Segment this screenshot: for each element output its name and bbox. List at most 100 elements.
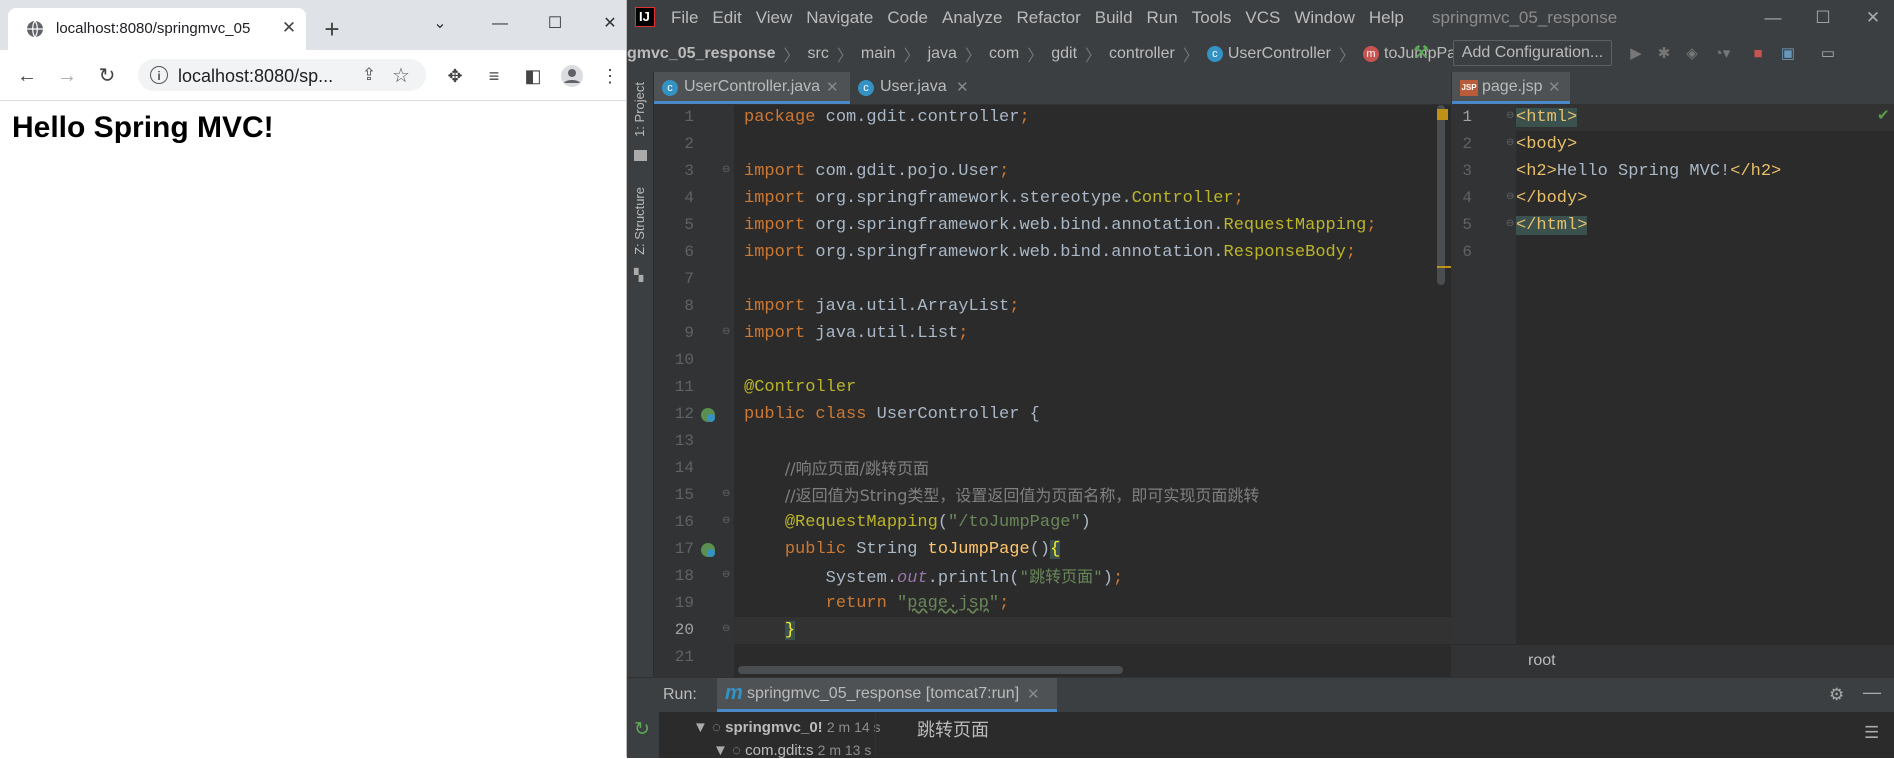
breadcrumb-main[interactable]: main (861, 45, 896, 63)
breadcrumb-class[interactable]: UserController (1228, 45, 1331, 63)
fold-icon[interactable]: ⊖ (722, 569, 730, 580)
maximize-icon[interactable]: ☐ (535, 10, 575, 38)
expand-arrow-icon[interactable]: ▼ (713, 742, 728, 759)
menu-help[interactable]: Help (1369, 8, 1404, 28)
project-tool-button[interactable]: 1: Project (632, 82, 647, 137)
open-panel-icon[interactable]: ▭ (1817, 44, 1839, 64)
line-number: 4 (1462, 189, 1472, 207)
close-tab-icon[interactable]: ✕ (1027, 685, 1040, 703)
menu-code[interactable]: Code (887, 8, 928, 28)
debug-icon[interactable]: ✱ (1653, 44, 1675, 64)
run-icon[interactable]: ▶ (1625, 44, 1647, 64)
bookmark-star-icon[interactable]: ☆ (390, 63, 412, 87)
intellij-logo-icon: IJ (635, 7, 655, 27)
spring-mapping-gutter-icon[interactable] (700, 542, 716, 558)
side-panel-icon[interactable]: ◧ (521, 64, 545, 88)
close-tab-icon[interactable]: ✕ (278, 17, 300, 39)
fold-icon[interactable]: ⊖ (722, 488, 730, 499)
tab-user-java[interactable]: c User.java ✕ (850, 72, 980, 104)
run-config-tab[interactable]: m springmvc_05_response [tomcat7:run] ✕ (717, 678, 1057, 712)
breadcrumb-gdit[interactable]: gdit (1051, 45, 1077, 63)
gear-icon[interactable]: ⚙ (1829, 685, 1844, 705)
menu-window[interactable]: Window (1294, 8, 1354, 28)
menu-analyze[interactable]: Analyze (942, 8, 1002, 28)
run-tree-item[interactable]: ▼ ◌ springmvc_0! 2 m 14 s (693, 719, 881, 736)
minimize-panel-icon[interactable]: — (1863, 682, 1881, 703)
breadcrumb-com[interactable]: com (989, 45, 1019, 63)
horizontal-scrollbar[interactable] (738, 666, 1123, 674)
tab-page-jsp[interactable]: JSP page.jsp ✕ (1452, 72, 1570, 104)
vertical-scrollbar[interactable] (1437, 105, 1445, 285)
menu-view[interactable]: View (756, 8, 793, 28)
breadcrumb-project[interactable]: gmvc_05_response (627, 45, 776, 63)
menu-tools[interactable]: Tools (1192, 8, 1232, 28)
fold-icon[interactable]: ⊖ (1506, 191, 1514, 202)
rerun-icon[interactable]: ↻ (634, 718, 650, 741)
add-configuration-button[interactable]: Add Configuration... (1453, 40, 1612, 66)
extensions-icon[interactable]: ✥ (443, 64, 467, 88)
stop-icon[interactable]: ■ (1747, 44, 1769, 64)
fold-icon[interactable]: ⊖ (722, 623, 730, 634)
menu-run[interactable]: Run (1147, 8, 1178, 28)
fold-icon[interactable]: ⊖ (1506, 218, 1514, 229)
address-bar[interactable]: i localhost:8080/sp... ⇪ ☆ (138, 59, 426, 91)
expand-arrow-icon[interactable]: ▼ (693, 719, 708, 736)
close-tab-icon[interactable]: ✕ (826, 78, 839, 96)
project-structure-icon[interactable]: ▣ (1777, 44, 1799, 64)
tab-usercontroller-java[interactable]: c UserController.java ✕ (654, 72, 850, 104)
address-url[interactable]: localhost:8080/sp... (178, 66, 368, 86)
breadcrumb-controller[interactable]: controller (1109, 45, 1175, 63)
soft-wrap-icon[interactable]: ☰ (1864, 723, 1879, 743)
warning-indicator-icon[interactable] (1437, 109, 1448, 120)
root-label[interactable]: root (1528, 652, 1556, 670)
fold-icon[interactable]: ⊖ (722, 515, 730, 526)
close-window-icon[interactable]: ✕ (1853, 6, 1893, 30)
line-number: 3 (1462, 162, 1472, 180)
fold-icon[interactable]: ⊖ (1506, 137, 1514, 148)
back-arrow-icon[interactable]: ← (14, 63, 40, 89)
minimize-icon[interactable]: — (1753, 6, 1793, 30)
menu-build[interactable]: Build (1095, 8, 1133, 28)
structure-tool-button[interactable]: Z: Structure (632, 187, 647, 255)
line-number: 1 (1462, 108, 1472, 126)
share-icon[interactable]: ⇪ (358, 65, 380, 87)
run-tree-item[interactable]: ▼ ◌ com.gdit:s 2 m 13 s (713, 742, 871, 759)
chevron-down-icon[interactable]: ⌄ (420, 10, 460, 38)
class-icon: c (858, 80, 874, 96)
code-line: public String toJumpPage(){ (784, 540, 1061, 559)
menu-vcs[interactable]: VCS (1245, 8, 1280, 28)
run-tool-window: Run: m springmvc_05_response [tomcat7:ru… (627, 677, 1894, 759)
code-area[interactable]: <html> <body> <h2>Hello Spring MVC!</h2>… (1516, 104, 1894, 644)
navigation-bar: gmvc_05_response 〉 src 〉 main 〉 java 〉 com 〉 … (627, 36, 1894, 73)
menu-refactor[interactable]: Refactor (1016, 8, 1080, 28)
maximize-icon[interactable]: ☐ (1803, 6, 1843, 30)
no-problems-check-icon[interactable]: ✔ (1877, 106, 1890, 124)
kebab-menu-icon[interactable]: ⋮ (598, 64, 622, 88)
menu-edit[interactable]: Edit (712, 8, 741, 28)
code-area[interactable]: package com.gdit.controller; import com.… (734, 104, 1474, 677)
reload-icon[interactable]: ↻ (94, 63, 120, 89)
forward-arrow-icon[interactable]: → (54, 63, 80, 89)
breadcrumb-java[interactable]: java (928, 45, 957, 63)
browser-tab[interactable]: localhost:8080/springmvc_05 ✕ (8, 8, 306, 50)
close-window-icon[interactable]: ✕ (590, 10, 630, 38)
breadcrumb-src[interactable]: src (808, 45, 829, 63)
minimize-icon[interactable]: — (480, 10, 520, 38)
running-spinner-icon: ◌ (732, 742, 741, 759)
coverage-icon[interactable]: ◈ (1681, 44, 1703, 64)
profile-avatar-icon[interactable] (560, 64, 584, 88)
menu-navigate[interactable]: Navigate (806, 8, 873, 28)
line-number: 2 (1462, 135, 1472, 153)
fold-icon[interactable]: ⊖ (722, 326, 730, 337)
media-control-icon[interactable]: ≡ (482, 64, 506, 88)
menu-file[interactable]: File (671, 8, 698, 28)
fold-icon[interactable]: ⊖ (722, 164, 730, 175)
profile-run-icon[interactable]: ◔▾ (1711, 44, 1733, 64)
close-tab-icon[interactable]: ✕ (1548, 78, 1561, 96)
close-tab-icon[interactable]: ✕ (956, 78, 969, 96)
info-icon[interactable]: i (150, 66, 168, 84)
spring-bean-gutter-icon[interactable] (700, 407, 716, 423)
new-tab-button[interactable]: + (318, 16, 346, 44)
fold-icon[interactable]: ⊖ (1506, 110, 1514, 121)
build-hammer-icon[interactable]: ⚒ (1413, 42, 1435, 64)
